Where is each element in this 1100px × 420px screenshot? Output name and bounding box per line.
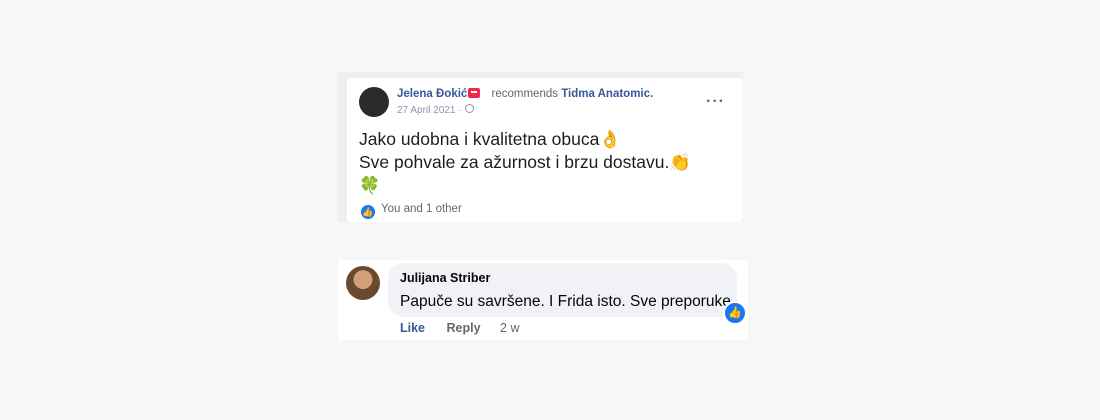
reactions-text: You and 1 other (381, 203, 462, 215)
post-line-1: Jako udobna i kvalitetna obuca👌 (359, 129, 622, 149)
comment-section: Julijana Striber Papuče su savršene. I F… (338, 260, 748, 340)
recommend-flag-icon (468, 88, 481, 98)
author-name[interactable]: Jelena Đokić (397, 88, 467, 100)
post-date[interactable]: 27 April 2021 · (397, 104, 474, 116)
like-badge-icon: 👍 (361, 205, 375, 219)
comment-time[interactable]: 2 w (500, 321, 519, 335)
comment-actions: Like Reply 2 w (400, 321, 519, 335)
post-frame: Jelena Đokić recommends Tidma Anatomic. … (338, 72, 743, 222)
reactions-summary[interactable]: 👍 You and 1 other (361, 203, 462, 219)
comment-text: Papuče su savršene. I Frida isto. Sve pr… (400, 293, 736, 310)
recommends-text: recommends (491, 88, 558, 100)
globe-icon (464, 104, 474, 113)
author-avatar[interactable] (359, 87, 389, 117)
commenter-name[interactable]: Julijana Striber (400, 271, 490, 285)
reply-button[interactable]: Reply (447, 321, 481, 335)
clover-icon: 🍀 (359, 176, 381, 195)
like-button[interactable]: Like (400, 321, 425, 335)
post-header: Jelena Đokić recommends Tidma Anatomic. (397, 88, 653, 100)
post-line-2: Sve pohvale za ažurnost i brzu dostavu.👏 (359, 152, 692, 172)
comment-bubble: Julijana Striber Papuče su savršene. I F… (388, 263, 747, 325)
more-options-button[interactable]: ··· (706, 93, 725, 111)
commenter-avatar[interactable] (346, 266, 380, 300)
comment-like-reaction-icon[interactable]: 👍 (723, 301, 747, 325)
post-card: Jelena Đokić recommends Tidma Anatomic. … (347, 78, 743, 222)
post-body: Jako udobna i kvalitetna obuca👌 Sve pohv… (359, 128, 691, 197)
page-name-link[interactable]: Tidma Anatomic. (561, 88, 653, 100)
